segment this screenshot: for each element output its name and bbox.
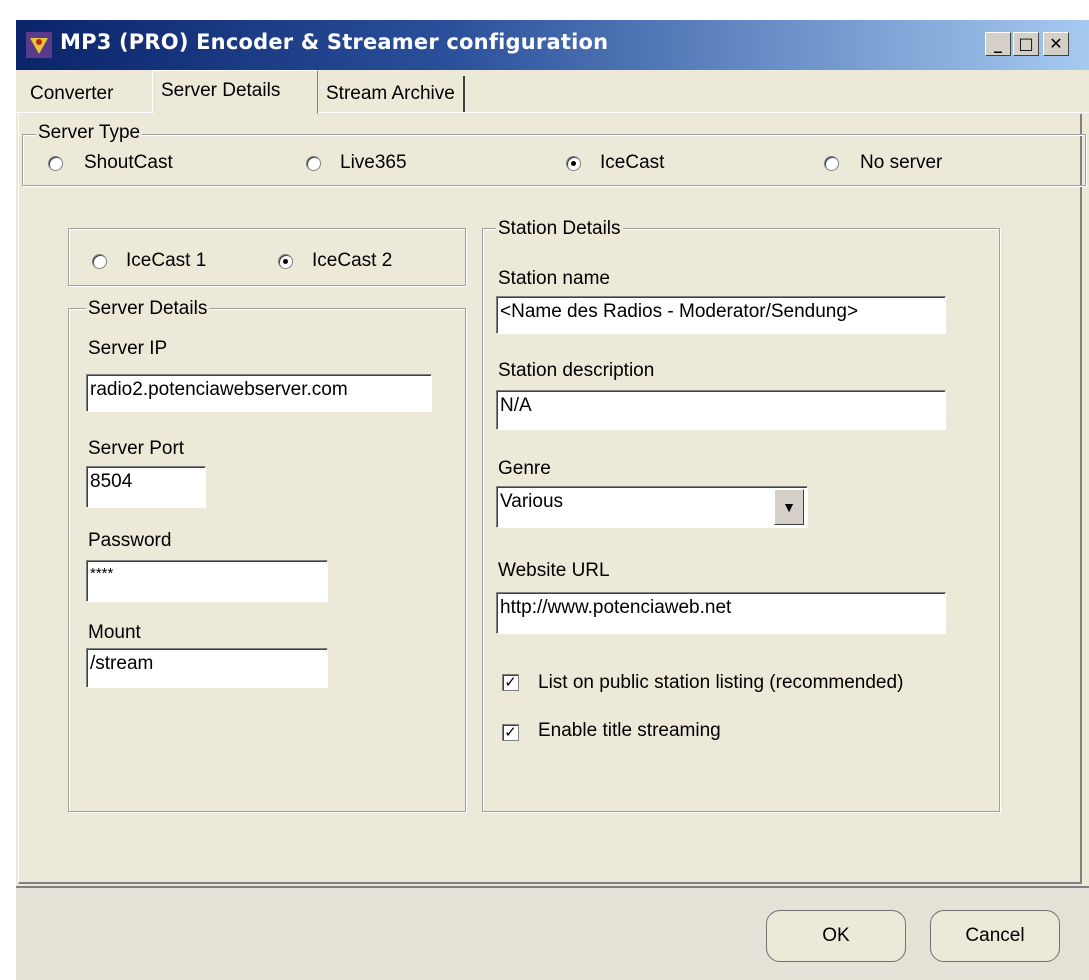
station-description-label: Station description <box>498 360 655 381</box>
radio-icecast2[interactable] <box>278 254 293 269</box>
tab-server-details[interactable]: Server Details <box>152 70 318 114</box>
maximize-button[interactable]: □ <box>1013 32 1039 56</box>
window-title: MP3 (PRO) Encoder & Streamer configurati… <box>60 30 609 54</box>
password-field[interactable]: **** <box>86 560 328 602</box>
radio-icecast1[interactable] <box>92 254 107 269</box>
radio-icecast2-label[interactable]: IceCast 2 <box>312 250 392 272</box>
radio-icecast[interactable] <box>566 156 581 171</box>
mount-label: Mount <box>88 622 141 643</box>
server-port-label: Server Port <box>88 438 185 459</box>
radio-shoutcast-label[interactable]: ShoutCast <box>84 152 173 174</box>
title-streaming-checkbox[interactable]: ✓ <box>502 724 519 741</box>
website-url-field[interactable]: http://www.potenciaweb.net <box>496 592 946 634</box>
radio-no-server[interactable] <box>824 156 839 171</box>
radio-icecast1-label[interactable]: IceCast 1 <box>126 250 206 272</box>
genre-select[interactable]: Various <box>496 486 808 528</box>
server-ip-field[interactable]: radio2.potenciawebserver.com <box>86 374 432 412</box>
server-port-field[interactable]: 8504 <box>86 466 206 508</box>
chevron-down-icon[interactable]: ▼ <box>774 489 804 525</box>
radio-no-server-label[interactable]: No server <box>860 152 942 174</box>
radio-icecast-label[interactable]: IceCast <box>600 152 664 174</box>
title-streaming-label[interactable]: Enable title streaming <box>538 720 721 742</box>
station-name-field[interactable]: <Name des Radios - Moderator/Sendung> <box>496 296 946 334</box>
list-public-label[interactable]: List on public station listing (recommen… <box>538 672 903 694</box>
tab-stream-archive[interactable]: Stream Archive <box>318 76 465 112</box>
radio-live365-label[interactable]: Live365 <box>340 152 407 174</box>
cancel-button[interactable]: Cancel <box>930 910 1060 962</box>
server-ip-label: Server IP <box>88 338 168 359</box>
station-details-legend: Station Details <box>496 218 623 240</box>
server-details-legend: Server Details <box>86 298 210 320</box>
password-label: Password <box>88 530 172 551</box>
mount-field[interactable]: /stream <box>86 648 328 688</box>
radio-shoutcast[interactable] <box>48 156 63 171</box>
website-url-label: Website URL <box>498 560 610 581</box>
app-icon <box>24 30 54 60</box>
dialog-footer <box>16 886 1089 980</box>
radio-live365[interactable] <box>306 156 321 171</box>
minimize-button[interactable]: _ <box>985 32 1011 56</box>
list-public-checkbox[interactable]: ✓ <box>502 674 519 691</box>
genre-label: Genre <box>498 458 551 479</box>
close-button[interactable]: ✕ <box>1043 32 1069 56</box>
ok-button[interactable]: OK <box>766 910 906 962</box>
tab-converter[interactable]: Converter <box>22 76 121 112</box>
server-type-legend: Server Type <box>36 122 143 144</box>
station-name-label: Station name <box>498 268 610 289</box>
station-description-field[interactable]: N/A <box>496 390 946 430</box>
